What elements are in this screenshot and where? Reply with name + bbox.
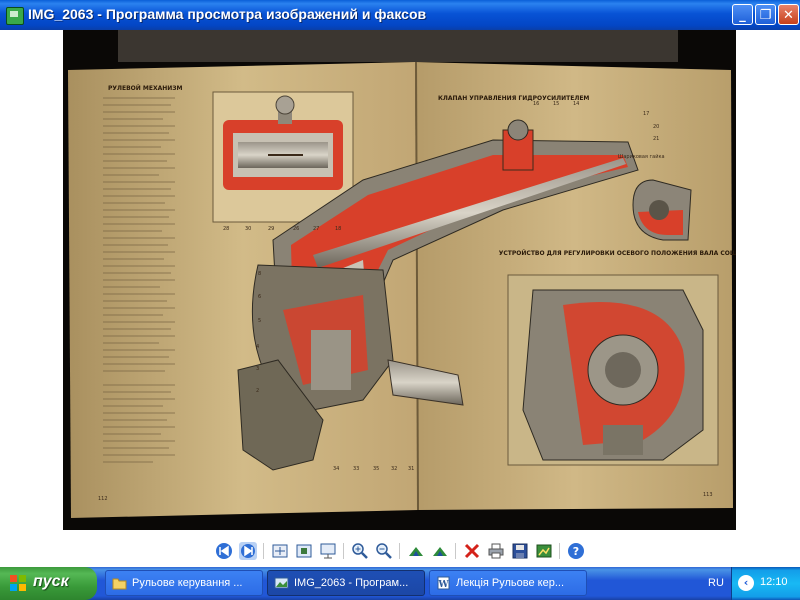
taskbar-item-label: Лекція Рульове кер... xyxy=(456,577,565,589)
clock[interactable]: 12:10 xyxy=(760,576,788,588)
minimize-button[interactable]: _ xyxy=(732,4,753,25)
svg-text:4: 4 xyxy=(256,344,259,350)
previous-image-icon[interactable] xyxy=(214,541,234,561)
svg-text:34: 34 xyxy=(333,466,339,472)
language-indicator[interactable]: RU xyxy=(708,577,724,589)
rotate-counterclockwise-icon[interactable] xyxy=(430,541,450,561)
svg-text:21: 21 xyxy=(653,136,659,142)
svg-text:W: W xyxy=(437,580,449,590)
viewer-toolbar: ? xyxy=(0,535,800,567)
word-document-icon: W xyxy=(437,576,450,590)
svg-text:15: 15 xyxy=(553,101,559,107)
svg-text:29: 29 xyxy=(268,226,274,232)
zoom-in-icon[interactable] xyxy=(350,541,370,561)
svg-text:31: 31 xyxy=(408,466,414,472)
close-button[interactable]: ✕ xyxy=(778,4,799,25)
left-page-heading: РУЛЕВОЙ МЕХАНИЗМ xyxy=(108,84,183,92)
image-viewer-icon xyxy=(6,7,24,25)
slideshow-icon[interactable] xyxy=(318,541,338,561)
svg-text:33: 33 xyxy=(353,466,359,472)
svg-text:16: 16 xyxy=(533,101,539,107)
taskbar-item-image-viewer[interactable]: IMG_2063 - Програм... xyxy=(267,570,425,596)
svg-text:35: 35 xyxy=(373,466,379,472)
valve-heading: КЛАПАН УПРАВЛЕНИЯ ГИДРОУСИЛИТЕЛЕМ xyxy=(438,95,589,102)
svg-text:26: 26 xyxy=(293,226,299,232)
svg-text:20: 20 xyxy=(653,124,659,130)
book-photo: РУЛЕВОЙ МЕХАНИЗМ Шариковая гайка КЛАПАН … xyxy=(63,30,736,530)
show-hidden-icons-icon[interactable]: ‹ xyxy=(738,575,754,591)
taskbar-item-folder[interactable]: Рульове керування ... xyxy=(105,570,263,596)
svg-text:30: 30 xyxy=(245,226,251,232)
svg-text:32: 32 xyxy=(391,466,397,472)
taskbar-item-word-document[interactable]: W Лекція Рульове кер... xyxy=(429,570,587,596)
image-viewer-icon xyxy=(274,577,289,589)
zoom-out-icon[interactable] xyxy=(374,541,394,561)
print-icon[interactable] xyxy=(486,541,506,561)
taskbar-item-label: Рульове керування ... xyxy=(132,577,243,589)
save-icon[interactable] xyxy=(510,541,530,561)
svg-text:3: 3 xyxy=(256,366,259,372)
svg-text:5: 5 xyxy=(258,318,261,324)
taskbar: пуск Рульове керування ... IMG_2063 - Пр… xyxy=(0,567,800,600)
svg-text:18: 18 xyxy=(335,226,341,232)
svg-text:112: 112 xyxy=(98,496,108,502)
ball-nut-caption: Шариковая гайка xyxy=(618,153,665,160)
svg-text:14: 14 xyxy=(573,101,579,107)
rotate-clockwise-icon[interactable] xyxy=(406,541,426,561)
start-label: пуск xyxy=(33,573,69,590)
system-tray: ‹ 12:10 xyxy=(731,567,800,600)
start-button[interactable]: пуск xyxy=(0,567,97,600)
best-fit-icon[interactable] xyxy=(270,541,290,561)
window-title: IMG_2063 - Программа просмотра изображен… xyxy=(28,6,427,22)
edit-icon[interactable] xyxy=(534,541,554,561)
actual-size-icon[interactable] xyxy=(294,541,314,561)
svg-text:27: 27 xyxy=(313,226,319,232)
taskbar-item-label: IMG_2063 - Програм... xyxy=(294,577,409,589)
svg-text:113: 113 xyxy=(703,492,713,498)
svg-text:6: 6 xyxy=(258,294,261,300)
svg-text:?: ? xyxy=(573,545,579,558)
next-image-icon[interactable] xyxy=(238,541,258,561)
help-icon[interactable]: ? xyxy=(566,541,586,561)
windows-logo-icon xyxy=(10,575,26,591)
window-title-bar[interactable]: IMG_2063 - Программа просмотра изображен… xyxy=(0,0,800,30)
svg-text:17: 17 xyxy=(643,111,649,117)
maximize-button[interactable]: ❐ xyxy=(755,4,776,25)
steering-mechanism-illustration: РУЛЕВОЙ МЕХАНИЗМ Шариковая гайка КЛАПАН … xyxy=(63,30,736,530)
folder-icon xyxy=(112,578,127,590)
svg-text:2: 2 xyxy=(256,388,259,394)
image-viewport: РУЛЕВОЙ МЕХАНИЗМ Шариковая гайка КЛАПАН … xyxy=(0,30,800,535)
svg-text:28: 28 xyxy=(223,226,229,232)
adjustment-heading: УСТРОЙСТВО ДЛЯ РЕГУЛИРОВКИ ОСЕВОГО ПОЛОЖ… xyxy=(499,249,736,257)
svg-text:8: 8 xyxy=(258,271,261,277)
delete-icon[interactable] xyxy=(462,541,482,561)
